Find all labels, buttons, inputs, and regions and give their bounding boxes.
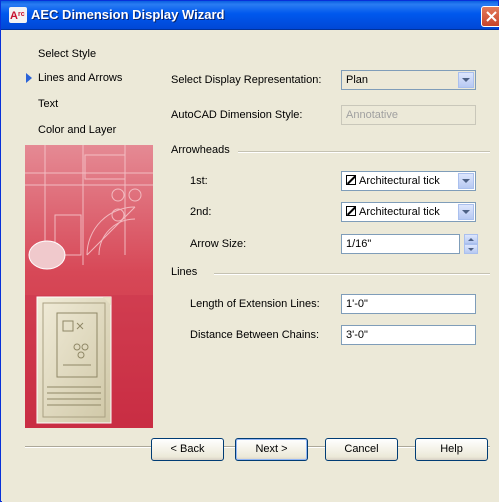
wizard-window: A rc AEC Dimension Display Wizard Select… bbox=[0, 0, 499, 502]
second-arrowhead-value: Architectural tick bbox=[359, 206, 440, 218]
arrowheads-divider bbox=[238, 151, 490, 153]
first-arrowhead-select[interactable]: Architectural tick bbox=[341, 171, 476, 191]
svg-text:A: A bbox=[10, 10, 18, 22]
second-arrowhead-select[interactable]: Architectural tick bbox=[341, 202, 476, 222]
nav-item-text[interactable]: Text bbox=[38, 98, 58, 110]
dim-style-value: Annotative bbox=[346, 109, 398, 121]
autocad-architecture-icon: A rc bbox=[9, 7, 27, 23]
lines-heading: Lines bbox=[171, 266, 198, 278]
spin-up-icon[interactable] bbox=[464, 234, 478, 244]
window-title: AEC Dimension Display Wizard bbox=[31, 7, 225, 22]
chevron-down-icon[interactable] bbox=[458, 173, 474, 189]
cancel-button[interactable]: Cancel bbox=[325, 438, 398, 461]
back-button[interactable]: < Back bbox=[151, 438, 224, 461]
arrow-size-input[interactable]: 1/16" bbox=[341, 234, 460, 254]
ext-lines-label: Length of Extension Lines: bbox=[190, 298, 320, 310]
arrow-size-spinner[interactable] bbox=[464, 234, 478, 254]
nav-item-select-style[interactable]: Select Style bbox=[38, 48, 96, 60]
arrowheads-heading: Arrowheads bbox=[171, 144, 230, 156]
nav-item-lines-and-arrows[interactable]: Lines and Arrows bbox=[38, 72, 122, 84]
chains-input[interactable]: 3'-0" bbox=[341, 325, 476, 345]
spin-down-icon[interactable] bbox=[464, 244, 478, 254]
dim-style-label: AutoCAD Dimension Style: bbox=[171, 109, 303, 121]
chains-label: Distance Between Chains: bbox=[190, 329, 320, 341]
arrow-size-label: Arrow Size: bbox=[190, 238, 247, 250]
display-rep-value: Plan bbox=[346, 74, 369, 86]
current-step-arrow-icon bbox=[26, 73, 32, 83]
first-arrowhead-label: 1st: bbox=[190, 175, 208, 187]
title-bar[interactable]: A rc AEC Dimension Display Wizard bbox=[1, 1, 499, 30]
architectural-tick-icon bbox=[346, 175, 356, 185]
arrow-size-value: 1/16" bbox=[346, 238, 372, 250]
wizard-illustration bbox=[25, 145, 153, 428]
wizard-content: Select Style Lines and Arrows Text Color… bbox=[2, 30, 499, 502]
close-icon bbox=[486, 11, 497, 22]
first-arrowhead-value: Architectural tick bbox=[359, 175, 440, 187]
lines-divider bbox=[214, 273, 490, 275]
dim-style-field: Annotative bbox=[341, 105, 476, 125]
next-button[interactable]: Next > bbox=[235, 438, 308, 461]
close-button[interactable] bbox=[481, 6, 499, 27]
display-rep-label: Select Display Representation: bbox=[171, 74, 322, 86]
chains-value: 3'-0" bbox=[346, 329, 368, 341]
ext-lines-value: 1'-0" bbox=[346, 298, 368, 310]
help-button[interactable]: Help bbox=[415, 438, 488, 461]
second-arrowhead-label: 2nd: bbox=[190, 206, 212, 218]
nav-item-color-and-layer[interactable]: Color and Layer bbox=[38, 124, 116, 136]
chevron-down-icon[interactable] bbox=[458, 72, 474, 88]
chevron-down-icon[interactable] bbox=[458, 204, 474, 220]
ext-lines-input[interactable]: 1'-0" bbox=[341, 294, 476, 314]
architectural-tick-icon bbox=[346, 206, 356, 216]
display-rep-select[interactable]: Plan bbox=[341, 70, 476, 90]
svg-text:rc: rc bbox=[18, 11, 25, 18]
